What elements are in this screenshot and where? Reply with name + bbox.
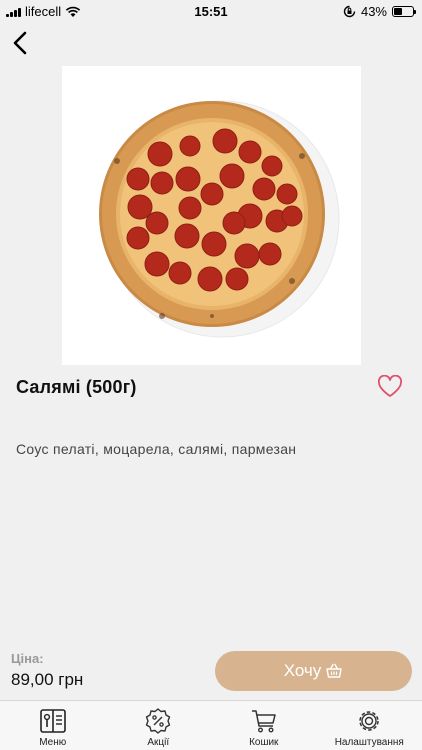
product-description: Соус пелаті, моцарела, салямі, пармезан <box>16 441 297 457</box>
gear-icon <box>359 711 379 731</box>
want-button[interactable]: Хочу <box>215 651 412 691</box>
back-button[interactable] <box>10 30 34 56</box>
pizza-illustration <box>99 100 340 338</box>
percent-badge-icon <box>146 708 171 734</box>
tab-settings-label: Налаштування <box>334 737 404 748</box>
menu-book-icon <box>39 709 66 733</box>
tab-menu-label: Меню <box>39 737 67 748</box>
status-right: 43% <box>343 4 416 19</box>
basket-icon <box>326 663 342 678</box>
battery-icon <box>392 6 416 17</box>
tab-cart[interactable]: Кошик <box>211 701 317 750</box>
price-label: Ціна: <box>11 651 44 666</box>
tab-cart-label: Кошик <box>249 737 279 748</box>
product-title: Салямі (500г) <box>16 377 137 397</box>
status-bar: lifecell 15:51 43% <box>0 0 422 22</box>
tab-settings[interactable]: Налаштування <box>317 701 422 750</box>
product-image <box>62 66 361 365</box>
tab-promotions-label: Акції <box>147 737 170 748</box>
favorite-button[interactable] <box>377 374 403 399</box>
price-value: 89,00 грн <box>11 670 84 689</box>
chevron-left-icon <box>13 31 27 55</box>
tab-promotions[interactable]: Акції <box>106 701 212 750</box>
want-button-label: Хочу <box>283 661 322 680</box>
tab-menu[interactable]: Меню <box>0 701 106 750</box>
orientation-lock-icon <box>343 5 356 18</box>
battery-percent: 43% <box>360 4 387 19</box>
price-block: Ціна: 89,00 грн <box>11 651 83 690</box>
heart-icon <box>378 374 402 397</box>
cart-icon <box>251 710 276 733</box>
tab-bar: Меню Акції Кошик Налаштування <box>0 700 422 750</box>
product-title-row: Салямі (500г) <box>16 374 408 400</box>
